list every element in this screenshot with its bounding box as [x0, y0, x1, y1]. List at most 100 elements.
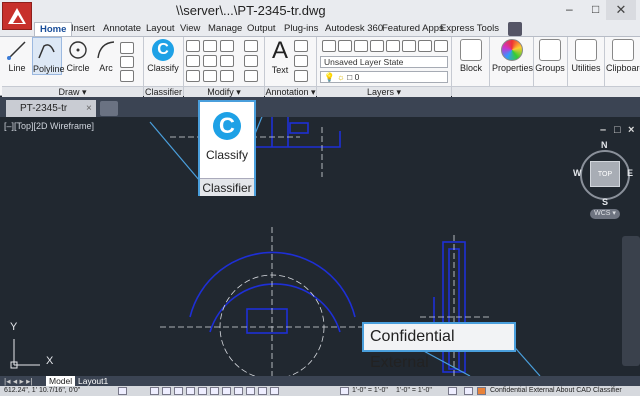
rectangle-icon[interactable] [120, 42, 134, 54]
layers-panel-label[interactable]: Layers ▾ [317, 86, 451, 97]
clipboard-button[interactable]: Clipboard [606, 37, 640, 73]
osnap-toggle-icon[interactable] [186, 387, 195, 395]
doc-tab-close-icon[interactable]: × [86, 100, 92, 117]
utilities-button[interactable]: Utilities [569, 37, 603, 73]
workspace-icon[interactable] [448, 387, 457, 395]
arc-button[interactable]: Arc [94, 37, 118, 73]
more-panels-label [452, 86, 640, 97]
classification-status-text[interactable]: Confidential External [490, 386, 555, 396]
array-icon[interactable] [220, 70, 234, 82]
rotate-icon[interactable] [203, 40, 217, 52]
mirror-icon[interactable] [203, 55, 217, 67]
otrack-toggle-icon[interactable] [198, 387, 207, 395]
wcs-menu[interactable]: WCS ▾ [590, 209, 620, 219]
tab-home[interactable]: Home [34, 22, 73, 36]
minimize-button[interactable]: – [566, 2, 573, 16]
compass-east[interactable]: E [627, 168, 633, 178]
layout-nav-arrows-icon[interactable]: |◂ ◂ ▸ ▸| [4, 376, 33, 386]
circle-button[interactable]: Circle [64, 37, 92, 73]
compass-south[interactable]: S [602, 197, 608, 207]
lwt-toggle-icon[interactable] [234, 387, 243, 395]
close-button[interactable]: ✕ [606, 0, 636, 20]
classification-status-icon[interactable] [477, 387, 486, 395]
lock-icon[interactable] [464, 387, 473, 395]
dyn-toggle-icon[interactable] [222, 387, 231, 395]
layer-lock-icon[interactable] [386, 40, 400, 52]
tab-express-tools[interactable]: Express Tools [440, 22, 499, 36]
ortho-toggle-icon[interactable] [162, 387, 171, 395]
layer-dropdown[interactable]: 💡 ☼ □ 0 [320, 71, 448, 83]
scale-icon[interactable] [203, 70, 217, 82]
tab-plugins[interactable]: Plug-ins [284, 22, 318, 36]
classify-button[interactable]: C Classify [146, 37, 180, 73]
ducs-toggle-icon[interactable] [210, 387, 219, 395]
offset-icon[interactable] [244, 70, 258, 82]
maximize-button[interactable]: □ [592, 2, 599, 16]
circle-label: Circle [66, 63, 90, 73]
ucs-x-label: X [46, 355, 54, 367]
layer-unlock-icon[interactable] [402, 40, 416, 52]
properties-button[interactable]: Properties [492, 37, 533, 73]
block-button[interactable]: Block [456, 37, 486, 73]
viewport-minimize-icon[interactable]: – [600, 124, 606, 136]
tab-insert[interactable]: Insert [71, 22, 95, 36]
layer-properties-icon[interactable] [322, 40, 336, 52]
document-tabs: PT-2345-tr × [0, 97, 640, 117]
qp-toggle-icon[interactable] [258, 387, 267, 395]
tab-layout[interactable]: Layout [146, 22, 175, 36]
stretch-icon[interactable] [186, 70, 200, 82]
doc-tab-pt-2345-tr[interactable]: PT-2345-tr × [6, 100, 96, 117]
dimension-icon[interactable] [294, 40, 308, 52]
move-icon[interactable] [186, 40, 200, 52]
viewport-scale[interactable]: 1'-0" = 1'-0" [396, 386, 432, 396]
polyline-button[interactable]: Polyline [32, 37, 65, 75]
leader-icon[interactable] [294, 55, 308, 67]
viewcube-top-face[interactable]: TOP [590, 161, 620, 187]
layer-match-icon[interactable] [418, 40, 432, 52]
table-icon[interactable] [294, 70, 308, 82]
tab-featured-apps[interactable]: Featured Apps [382, 22, 444, 36]
compass-north[interactable]: N [601, 140, 608, 150]
polar-toggle-icon[interactable] [174, 387, 183, 395]
line-button[interactable]: Line [4, 37, 30, 73]
annotation-scale[interactable]: 1'-0" = 1'-0" [352, 386, 388, 396]
grid-toggle-icon[interactable] [118, 387, 127, 395]
application-menu-button[interactable] [2, 2, 32, 30]
viewport-restore-icon[interactable]: □ [614, 124, 621, 136]
tab-annotate[interactable]: Annotate [103, 22, 141, 36]
hatch-icon[interactable] [120, 56, 134, 68]
viewport-close-icon[interactable]: × [628, 124, 634, 136]
text-button[interactable]: A Text [268, 37, 292, 75]
tpy-toggle-icon[interactable] [246, 387, 255, 395]
layer-off-icon[interactable] [354, 40, 368, 52]
layer-state-dropdown[interactable]: Unsaved Layer State [320, 56, 448, 68]
trim-icon[interactable] [220, 40, 234, 52]
viewport-label[interactable]: [–][Top][2D Wireframe] [4, 121, 94, 131]
draw-panel-label[interactable]: Draw ▾ [2, 86, 143, 97]
new-tab-button[interactable] [100, 101, 118, 116]
compass-west[interactable]: W [573, 168, 582, 178]
layer-iso-icon[interactable] [338, 40, 352, 52]
tab-autodesk-360[interactable]: Autodesk 360 [325, 22, 383, 36]
ribbon-options-icon[interactable] [508, 22, 522, 36]
sc-toggle-icon[interactable] [270, 387, 279, 395]
tab-output[interactable]: Output [247, 22, 276, 36]
erase-icon[interactable] [244, 40, 258, 52]
layer-previous-icon[interactable] [434, 40, 448, 52]
modify-panel-label[interactable]: Modify ▾ [184, 86, 264, 97]
tab-view[interactable]: View [180, 22, 200, 36]
snap-toggle-icon[interactable] [150, 387, 159, 395]
layer-freeze-icon[interactable] [370, 40, 384, 52]
model-space-icon[interactable] [340, 387, 349, 395]
ellipse-icon[interactable] [120, 70, 134, 82]
fillet-icon[interactable] [220, 55, 234, 67]
tab-layout1[interactable]: Layout1 [78, 376, 108, 386]
explode-icon[interactable] [244, 55, 258, 67]
navigation-bar[interactable] [622, 236, 640, 366]
tab-manage[interactable]: Manage [208, 22, 242, 36]
about-classifier-link[interactable]: About CAD Classifier [556, 386, 622, 396]
annotation-panel-label[interactable]: Annotation ▾ [265, 86, 316, 97]
copy-icon[interactable] [186, 55, 200, 67]
tab-model[interactable]: Model [46, 376, 76, 386]
groups-button[interactable]: Groups [535, 37, 565, 73]
